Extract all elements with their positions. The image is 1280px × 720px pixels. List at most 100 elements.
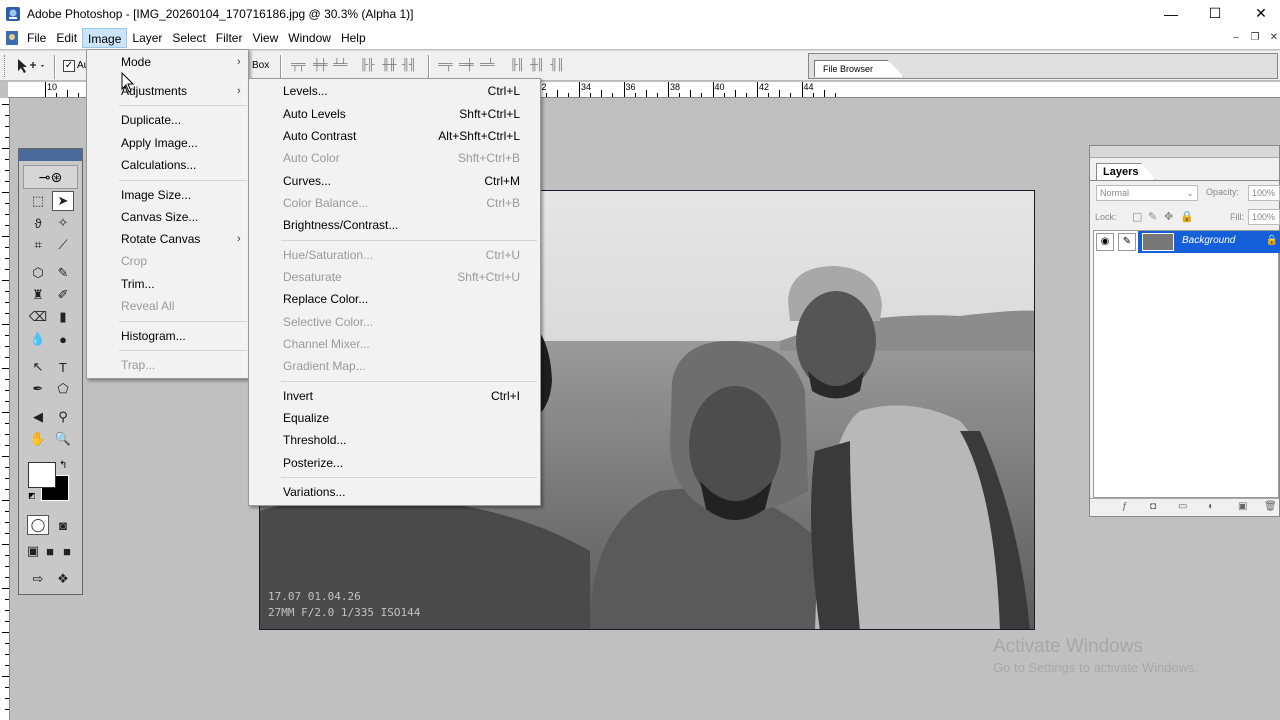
- move-tool-preset-icon[interactable]: [16, 57, 46, 75]
- menu-item-auto-contrast[interactable]: Auto Contrast Alt+Shft+Ctrl+L: [249, 125, 540, 147]
- brush-tool-icon[interactable]: ✎: [52, 263, 74, 283]
- distribute-bottom-icon[interactable]: ═╧: [480, 59, 498, 73]
- menu-layer[interactable]: Layer: [127, 28, 167, 48]
- menu-item-adjustments[interactable]: Adjustments ›: [87, 80, 248, 102]
- menu-item-threshold[interactable]: Threshold...: [249, 429, 540, 451]
- new-layer-icon[interactable]: ▣: [1238, 501, 1247, 512]
- auto-select-checkbox[interactable]: ✓: [63, 60, 75, 72]
- path-selection-tool-icon[interactable]: ↖: [27, 357, 49, 377]
- distribute-right-icon[interactable]: ╢║: [550, 59, 568, 73]
- dodge-tool-icon[interactable]: ●: [52, 329, 74, 349]
- menu-item-mode[interactable]: Mode ›: [87, 51, 248, 73]
- minimize-button[interactable]: —: [1148, 0, 1194, 27]
- menu-edit[interactable]: Edit: [51, 28, 82, 48]
- pen-tool-icon[interactable]: ✒: [27, 379, 49, 399]
- clone-stamp-tool-icon[interactable]: ♜: [27, 285, 49, 305]
- adjustment-layer-icon[interactable]: ◐: [1208, 501, 1214, 512]
- menu-item-trim[interactable]: Trim...: [87, 273, 248, 295]
- menu-file[interactable]: File: [22, 28, 51, 48]
- close-button[interactable]: ✕: [1238, 0, 1280, 27]
- default-colors-icon[interactable]: ◩: [28, 491, 36, 500]
- menu-select[interactable]: Select: [167, 28, 210, 48]
- menu-item-levels[interactable]: Levels... Ctrl+L: [249, 80, 540, 102]
- crop-tool-icon[interactable]: ⌗: [27, 235, 49, 255]
- layer-row-background[interactable]: ◉ ✎ Background 🔒: [1094, 231, 1280, 253]
- menu-item-curves[interactable]: Curves... Ctrl+M: [249, 170, 540, 192]
- slice-tool-icon[interactable]: ⟋: [52, 235, 74, 255]
- full-screen-mode-icon[interactable]: ■: [58, 541, 76, 561]
- menu-item-duplicate[interactable]: Duplicate...: [87, 109, 248, 131]
- marquee-tool-icon[interactable]: ⬚: [27, 191, 49, 211]
- standard-mode-icon[interactable]: ◯: [27, 515, 49, 535]
- menu-item-auto-levels[interactable]: Auto Levels Shft+Ctrl+L: [249, 103, 540, 125]
- align-hcenter-icon[interactable]: ╫╫: [382, 59, 400, 73]
- trash-icon[interactable]: 🗑: [1264, 501, 1277, 512]
- menu-item-brightness-contrast[interactable]: Brightness/Contrast...: [249, 214, 540, 236]
- magic-wand-tool-icon[interactable]: ✧: [52, 213, 74, 233]
- layer-style-icon[interactable]: ƒ: [1122, 501, 1128, 512]
- maximize-button[interactable]: ☐: [1192, 0, 1238, 27]
- jump-to-imageready-icon[interactable]: ⇨: [27, 569, 49, 589]
- menu-view[interactable]: View: [247, 28, 283, 48]
- distribute-top-icon[interactable]: ═╤: [438, 59, 456, 73]
- lock-all-icon[interactable]: 🔒: [1180, 210, 1194, 223]
- imageready-icon[interactable]: ❖: [52, 569, 74, 589]
- toolbox-titlebar[interactable]: [19, 149, 82, 161]
- lock-transparency-icon[interactable]: ▢: [1132, 210, 1142, 223]
- standard-screen-mode-icon[interactable]: ▣: [24, 541, 42, 561]
- new-set-icon[interactable]: ▭: [1178, 501, 1187, 512]
- menu-item-calculations[interactable]: Calculations...: [87, 154, 248, 176]
- align-vcenter-icon[interactable]: ╪╪: [313, 59, 331, 73]
- menu-item-image-size[interactable]: Image Size...: [87, 184, 248, 206]
- layers-palette-titlebar[interactable]: [1090, 146, 1279, 158]
- opacity-field[interactable]: 100%: [1248, 185, 1280, 201]
- eye-icon[interactable]: ◉: [1096, 233, 1114, 251]
- menu-item-replace-color[interactable]: Replace Color...: [249, 288, 540, 310]
- toolbox-logo[interactable]: ⊸⊛: [23, 165, 78, 189]
- align-right-icon[interactable]: ╢╢: [402, 59, 420, 73]
- custom-shape-tool-icon[interactable]: ⬠: [52, 379, 74, 399]
- lock-position-icon[interactable]: ✥: [1164, 210, 1173, 223]
- distribute-hcenter-icon[interactable]: ╫║: [530, 59, 548, 73]
- full-screen-menu-mode-icon[interactable]: ■: [41, 541, 59, 561]
- menu-item-rotate-canvas[interactable]: Rotate Canvas ›: [87, 228, 248, 250]
- menu-help[interactable]: Help: [336, 28, 371, 48]
- swap-colors-icon[interactable]: ↰: [59, 460, 67, 471]
- lasso-tool-icon[interactable]: ϑ: [27, 213, 49, 233]
- menu-item-variations[interactable]: Variations...: [249, 481, 540, 503]
- vertical-ruler[interactable]: [0, 98, 10, 720]
- align-left-icon[interactable]: ╟╟: [360, 59, 378, 73]
- eyedropper-tool-icon[interactable]: ⚲: [52, 407, 74, 427]
- zoom-tool-icon[interactable]: 🔍: [52, 429, 74, 449]
- distribute-vcenter-icon[interactable]: ═╪: [459, 59, 477, 73]
- history-brush-tool-icon[interactable]: ✐: [52, 285, 74, 305]
- menu-image[interactable]: Image: [82, 28, 128, 48]
- distribute-left-icon[interactable]: ╟║: [510, 59, 528, 73]
- quick-mask-mode-icon[interactable]: ◙: [52, 515, 74, 535]
- hand-tool-icon[interactable]: ✋: [27, 429, 49, 449]
- layer-mask-icon[interactable]: ◘: [1150, 501, 1156, 512]
- lock-pixels-icon[interactable]: ✎: [1148, 210, 1157, 223]
- options-grip[interactable]: [4, 55, 8, 77]
- foreground-color-swatch[interactable]: [28, 462, 56, 488]
- blur-tool-icon[interactable]: 💧: [27, 329, 49, 349]
- menu-window[interactable]: Window: [283, 28, 336, 48]
- gradient-tool-icon[interactable]: ▮: [52, 307, 74, 327]
- type-tool-icon[interactable]: T: [52, 357, 74, 377]
- menu-item-histogram[interactable]: Histogram...: [87, 325, 248, 347]
- document-icon[interactable]: [4, 30, 20, 46]
- menu-item-canvas-size[interactable]: Canvas Size...: [87, 206, 248, 228]
- align-top-icon[interactable]: ╤╤: [291, 59, 309, 73]
- eraser-tool-icon[interactable]: ⌫: [27, 307, 49, 327]
- menu-filter[interactable]: Filter: [211, 28, 248, 48]
- doc-close-button[interactable]: ✕: [1266, 30, 1280, 46]
- blend-mode-select[interactable]: Normal ⌄: [1096, 185, 1198, 201]
- menu-item-equalize[interactable]: Equalize: [249, 407, 540, 429]
- notes-tool-icon[interactable]: ◀: [27, 407, 49, 427]
- menu-item-posterize[interactable]: Posterize...: [249, 452, 540, 474]
- doc-restore-button[interactable]: ❐: [1247, 30, 1263, 46]
- doc-minimize-button[interactable]: –: [1228, 30, 1244, 46]
- fill-field[interactable]: 100%: [1248, 209, 1280, 225]
- move-tool-icon[interactable]: ➤: [52, 191, 74, 211]
- align-bottom-icon[interactable]: ╧╧: [333, 59, 351, 73]
